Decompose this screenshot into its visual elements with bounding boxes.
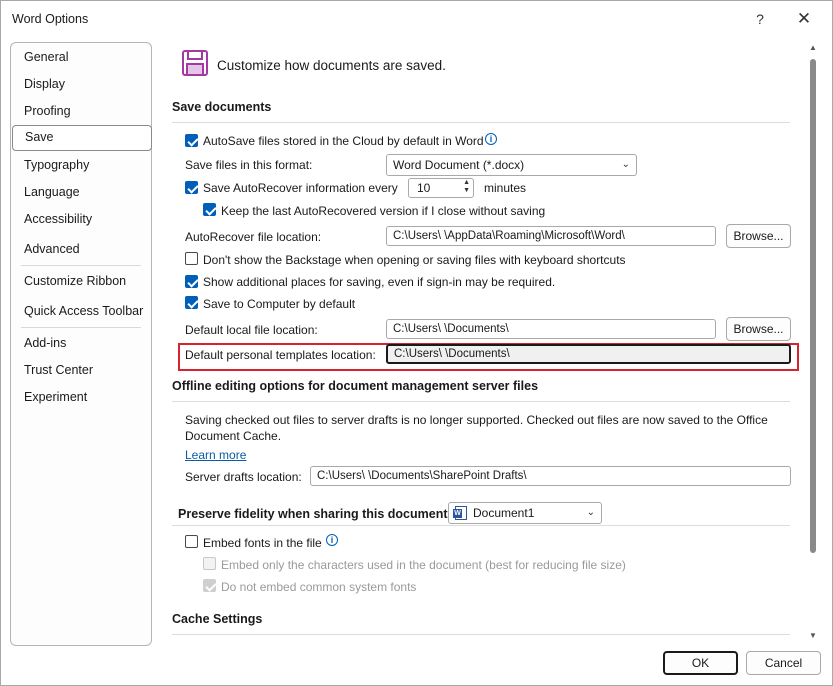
nav-item-typography[interactable]: Typography (24, 158, 89, 172)
section-title-cache-settings: Cache Settings (172, 612, 263, 626)
autosave-checkbox[interactable] (185, 134, 198, 147)
minutes-label: minutes (484, 181, 527, 195)
autorecover-checkbox[interactable] (185, 181, 198, 194)
cancel-button[interactable]: Cancel (746, 651, 821, 675)
additional-places-label: Show additional places for saving, even … (203, 275, 556, 289)
autorecover-minutes-stepper[interactable]: 10 ▲ ▼ (408, 178, 474, 198)
no-common-fonts-label: Do not embed common system fonts (221, 580, 417, 594)
word-options-dialog: Word Options ? ✕ General Display Proofin… (0, 0, 833, 686)
nav-item-advanced[interactable]: Advanced (24, 242, 80, 256)
server-drafts-field[interactable]: C:\Users\ \Documents\SharePoint Drafts\ (310, 466, 791, 486)
chevron-down-icon: ⌄ (586, 507, 595, 518)
learn-more-link[interactable]: Learn more (185, 448, 246, 462)
info-icon[interactable]: i (485, 133, 497, 145)
section-divider (172, 401, 790, 402)
scroll-up-icon[interactable]: ▲ (808, 43, 818, 52)
fidelity-document-value: Document1 (473, 506, 535, 520)
autorecover-browse-button[interactable]: Browse... (726, 224, 791, 248)
options-nav: General Display Proofing Save Typography… (10, 42, 152, 646)
keep-last-autorecovered-checkbox[interactable] (203, 203, 216, 216)
nav-item-save[interactable]: Save (12, 125, 152, 151)
nav-item-general[interactable]: General (24, 50, 68, 64)
page-header-text: Customize how documents are saved. (217, 58, 446, 73)
save-to-computer-label: Save to Computer by default (203, 297, 356, 311)
dialog-title: Word Options (12, 12, 89, 26)
section-title-offline-editing: Offline editing options for document man… (172, 379, 539, 393)
title-bar: Word Options ? ✕ (1, 1, 832, 37)
nav-item-proofing[interactable]: Proofing (24, 104, 71, 118)
nav-item-experiment[interactable]: Experiment (24, 390, 87, 404)
nav-item-customize-ribbon[interactable]: Customize Ribbon (24, 274, 126, 288)
save-options-panel: Customize how documents are saved. Save … (153, 37, 805, 647)
info-icon[interactable]: i (326, 534, 338, 546)
embed-characters-label: Embed only the characters used in the do… (221, 558, 626, 572)
close-button[interactable]: ✕ (790, 7, 818, 31)
vertical-scrollbar[interactable]: ▲ ▼ (806, 41, 820, 645)
embed-characters-checkbox (203, 557, 216, 570)
default-local-location-label: Default local file location: (185, 323, 318, 337)
autorecover-label: Save AutoRecover information every (203, 181, 398, 195)
embed-fonts-label: Embed fonts in the file (203, 536, 322, 550)
autorecover-location-field[interactable]: C:\Users\ \AppData\Roaming\Microsoft\Wor… (386, 226, 716, 246)
keep-last-autorecovered-label: Keep the last AutoRecovered version if I… (221, 204, 546, 218)
section-title-preserve-fidelity: Preserve fidelity when sharing this docu… (178, 507, 452, 521)
save-format-dropdown[interactable]: Word Document (*.docx) ⌄ (386, 154, 637, 176)
offline-notice-line1: Saving checked out files to server draft… (185, 413, 768, 427)
templates-location-label: Default personal templates location: (185, 348, 376, 362)
no-common-fonts-checkbox (203, 579, 216, 592)
offline-notice-line2: Document Cache. (185, 429, 282, 443)
nav-divider (21, 265, 141, 266)
save-format-label: Save files in this format: (185, 158, 313, 172)
nav-divider (21, 327, 141, 328)
section-divider (172, 525, 790, 526)
nav-item-accessibility[interactable]: Accessibility (24, 212, 92, 226)
default-local-browse-button[interactable]: Browse... (726, 317, 791, 341)
help-button[interactable]: ? (746, 7, 774, 31)
additional-places-checkbox[interactable] (185, 275, 198, 288)
spin-arrows-icon[interactable]: ▲ ▼ (463, 179, 470, 195)
section-divider (172, 122, 790, 123)
server-drafts-label: Server drafts location: (185, 470, 302, 484)
templates-location-field[interactable]: C:\Users\ \Documents\ (386, 344, 791, 364)
fidelity-document-dropdown[interactable]: Document1 ⌄ (448, 502, 602, 524)
nav-item-add-ins[interactable]: Add-ins (24, 336, 66, 350)
section-title-save-documents: Save documents (172, 100, 272, 114)
save-format-value: Word Document (*.docx) (393, 158, 525, 172)
word-document-icon (453, 506, 467, 520)
embed-fonts-checkbox[interactable] (185, 535, 198, 548)
autorecover-minutes-value: 10 (417, 181, 431, 195)
chevron-down-icon: ⌄ (621, 159, 630, 170)
dont-show-backstage-label: Don't show the Backstage when opening or… (203, 253, 626, 267)
ok-button[interactable]: OK (663, 651, 738, 675)
scroll-thumb[interactable] (810, 59, 816, 553)
section-divider (172, 634, 790, 635)
floppy-disk-icon (182, 50, 208, 76)
dont-show-backstage-checkbox[interactable] (185, 252, 198, 265)
scroll-down-icon[interactable]: ▼ (808, 631, 818, 640)
autosave-label: AutoSave files stored in the Cloud by de… (203, 134, 484, 148)
autorecover-location-label: AutoRecover file location: (185, 230, 322, 244)
nav-item-trust-center[interactable]: Trust Center (24, 363, 93, 377)
default-local-location-field[interactable]: C:\Users\ \Documents\ (386, 319, 716, 339)
nav-item-display[interactable]: Display (24, 77, 65, 91)
nav-item-quick-access-toolbar[interactable]: Quick Access Toolbar (24, 304, 143, 318)
save-to-computer-checkbox[interactable] (185, 296, 198, 309)
nav-item-language[interactable]: Language (24, 185, 80, 199)
